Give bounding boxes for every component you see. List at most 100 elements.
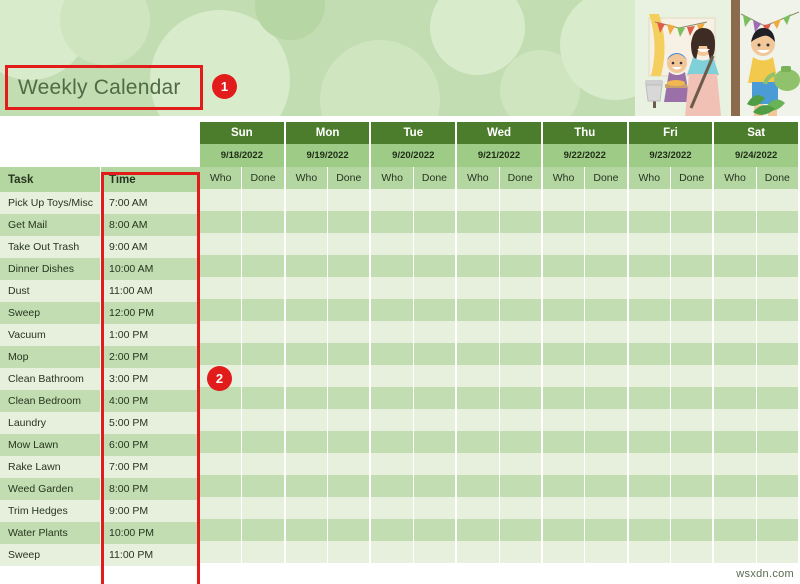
grid-cell-who[interactable] [629, 343, 671, 365]
grid-cell-done[interactable] [671, 409, 712, 431]
cell-task[interactable]: Get Mail [0, 214, 101, 236]
grid-cell-done[interactable] [671, 541, 712, 563]
grid-cell-done[interactable] [242, 431, 283, 453]
date-header-wed[interactable]: 9/21/2022 [457, 144, 543, 167]
grid-cell-who[interactable] [457, 233, 499, 255]
grid-cell-who[interactable] [457, 365, 499, 387]
grid-cell-who[interactable] [629, 189, 671, 211]
grid-cell-who[interactable] [371, 277, 413, 299]
grid-cell-done[interactable] [500, 321, 541, 343]
grid-cell-who[interactable] [543, 409, 585, 431]
grid-cell-who[interactable] [286, 475, 328, 497]
grid-cell-done[interactable] [328, 453, 369, 475]
grid-cell-who[interactable] [457, 299, 499, 321]
cell-task[interactable]: Dust [0, 280, 101, 302]
grid-cell-who[interactable] [543, 211, 585, 233]
cell-time[interactable]: 9:00 PM [101, 500, 200, 522]
grid-cell-who[interactable] [371, 475, 413, 497]
table-row[interactable]: Clean Bathroom3:00 PM [0, 368, 200, 390]
grid-cell-done[interactable] [328, 255, 369, 277]
grid-cell-who[interactable] [629, 431, 671, 453]
grid-cell-who[interactable] [543, 475, 585, 497]
grid-cell-who[interactable] [714, 497, 756, 519]
cell-task[interactable]: Mow Lawn [0, 434, 101, 456]
grid-cell-done[interactable] [757, 321, 798, 343]
grid-cell-who[interactable] [543, 497, 585, 519]
grid-cell-done[interactable] [414, 541, 455, 563]
grid-cell-done[interactable] [242, 255, 283, 277]
grid-cell-done[interactable] [500, 255, 541, 277]
grid-cell-who[interactable] [371, 299, 413, 321]
grid-cell-who[interactable] [371, 453, 413, 475]
grid-cell-who[interactable] [543, 343, 585, 365]
grid-cell-who[interactable] [629, 409, 671, 431]
grid-cell-done[interactable] [414, 343, 455, 365]
grid-cell-who[interactable] [457, 453, 499, 475]
table-row[interactable]: Mop2:00 PM [0, 346, 200, 368]
cell-time[interactable]: 1:00 PM [101, 324, 200, 346]
table-row[interactable]: Dinner Dishes10:00 AM [0, 258, 200, 280]
grid-cell-done[interactable] [585, 475, 626, 497]
grid-cell-done[interactable] [328, 343, 369, 365]
table-row[interactable]: Pick Up Toys/Misc7:00 AM [0, 192, 200, 214]
grid-cell-done[interactable] [585, 365, 626, 387]
grid-cell-done[interactable] [671, 365, 712, 387]
grid-cell-done[interactable] [242, 211, 283, 233]
grid-cell-who[interactable] [629, 277, 671, 299]
grid-cell-who[interactable] [457, 475, 499, 497]
grid-cell-done[interactable] [585, 189, 626, 211]
grid-cell-who[interactable] [286, 321, 328, 343]
grid-cell-who[interactable] [457, 497, 499, 519]
grid-cell-done[interactable] [757, 475, 798, 497]
grid-cell-who[interactable] [200, 431, 242, 453]
grid-cell-who[interactable] [629, 365, 671, 387]
table-row[interactable]: Sweep12:00 PM [0, 302, 200, 324]
grid-cell-who[interactable] [371, 365, 413, 387]
grid-cell-who[interactable] [629, 519, 671, 541]
cell-task[interactable]: Take Out Trash [0, 236, 101, 258]
cell-time[interactable]: 10:00 AM [101, 258, 200, 280]
grid-cell-who[interactable] [714, 387, 756, 409]
grid-cell-done[interactable] [500, 541, 541, 563]
grid-cell-who[interactable] [200, 321, 242, 343]
grid-cell-done[interactable] [500, 409, 541, 431]
cell-time[interactable]: 8:00 AM [101, 214, 200, 236]
grid-cell-who[interactable] [714, 277, 756, 299]
grid-cell-done[interactable] [500, 431, 541, 453]
grid-cell-done[interactable] [242, 189, 283, 211]
grid-cell-who[interactable] [543, 277, 585, 299]
cell-task[interactable]: Dinner Dishes [0, 258, 101, 280]
grid-cell-done[interactable] [500, 211, 541, 233]
grid-cell-who[interactable] [714, 519, 756, 541]
grid-cell-done[interactable] [328, 497, 369, 519]
grid-cell-done[interactable] [585, 431, 626, 453]
grid-cell-who[interactable] [286, 211, 328, 233]
grid-cell-done[interactable] [414, 299, 455, 321]
grid-cell-who[interactable] [286, 277, 328, 299]
grid-cell-done[interactable] [414, 277, 455, 299]
grid-cell-who[interactable] [200, 409, 242, 431]
grid-cell-done[interactable] [242, 233, 283, 255]
grid-cell-done[interactable] [328, 431, 369, 453]
cell-task[interactable]: Pick Up Toys/Misc [0, 192, 101, 214]
cell-task[interactable]: Sweep [0, 302, 101, 324]
grid-cell-who[interactable] [457, 255, 499, 277]
grid-cell-done[interactable] [242, 541, 283, 563]
grid-cell-done[interactable] [585, 409, 626, 431]
grid-cell-who[interactable] [629, 299, 671, 321]
grid-cell-done[interactable] [328, 387, 369, 409]
cell-time[interactable]: 10:00 PM [101, 522, 200, 544]
grid-cell-done[interactable] [414, 475, 455, 497]
table-row[interactable]: Weed Garden8:00 PM [0, 478, 200, 500]
grid-cell-done[interactable] [500, 343, 541, 365]
grid-cell-done[interactable] [757, 497, 798, 519]
grid-cell-done[interactable] [757, 387, 798, 409]
grid-cell-who[interactable] [286, 409, 328, 431]
grid-cell-who[interactable] [286, 299, 328, 321]
cell-task[interactable]: Trim Hedges [0, 500, 101, 522]
grid-cell-who[interactable] [714, 343, 756, 365]
grid-cell-done[interactable] [328, 189, 369, 211]
grid-cell-who[interactable] [200, 189, 242, 211]
grid-cell-done[interactable] [500, 299, 541, 321]
grid-cell-who[interactable] [457, 277, 499, 299]
